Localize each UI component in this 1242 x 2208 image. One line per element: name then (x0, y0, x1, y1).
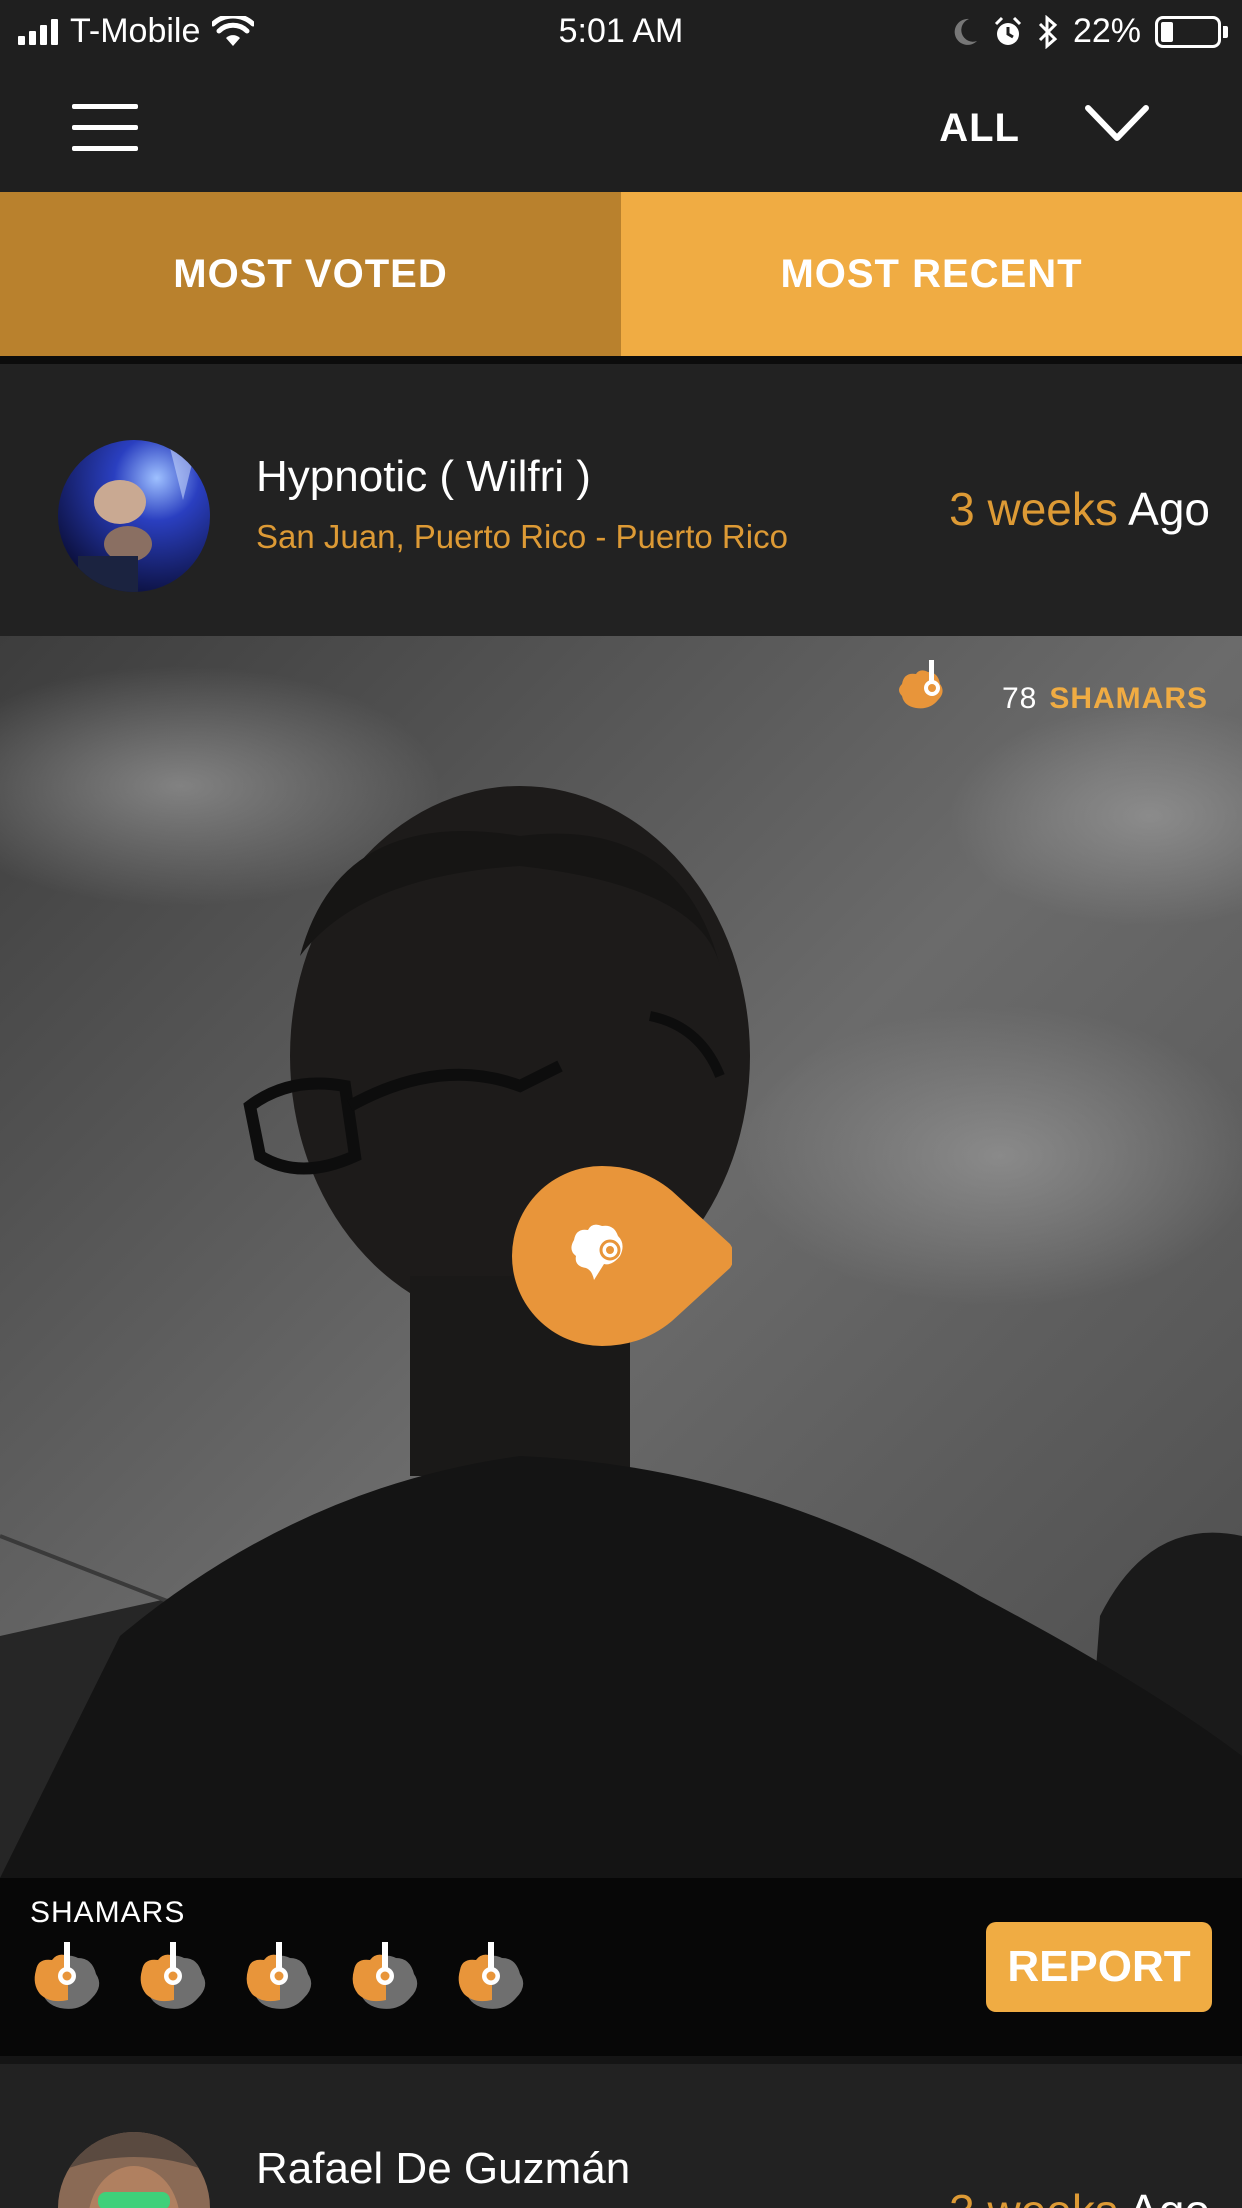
post-header[interactable]: Rafael De Guzmán 3 weeks Ago (0, 2064, 1242, 2208)
post-time: 3 weeks Ago (949, 2184, 1210, 2208)
shamar-count: 78 SHAMARS (1002, 682, 1208, 716)
post-footer: SHAMARS REPORT (0, 1878, 1242, 2056)
post-time-value: 3 weeks (949, 483, 1118, 535)
play-button[interactable] (512, 1166, 732, 1346)
shamar-count-label: SHAMARS (1049, 682, 1208, 715)
menu-icon[interactable] (72, 104, 138, 152)
feed-tabs: MOST VOTED MOST RECENT (0, 192, 1242, 356)
shamar-icon[interactable] (242, 1940, 320, 2020)
status-bar: T-Mobile 5:01 AM 22% (0, 0, 1242, 62)
shamar-icons (30, 1940, 532, 2020)
bluetooth-icon (1038, 14, 1058, 49)
avatar[interactable] (58, 440, 210, 592)
battery-percent: 22% (1072, 12, 1141, 50)
post-location: San Juan, Puerto Rico - Puerto Rico (256, 518, 788, 555)
chevron-down-icon[interactable] (1084, 100, 1150, 146)
shamar-icon (899, 660, 943, 709)
post-time: 3 weeks Ago (949, 482, 1210, 536)
post-separator (0, 2056, 1242, 2064)
post-username[interactable]: Rafael De Guzmán (256, 2144, 630, 2194)
alarm-icon (994, 16, 1021, 45)
shamar-icon[interactable] (30, 1940, 108, 2020)
shamar-icon[interactable] (348, 1940, 426, 2020)
report-button[interactable]: REPORT (986, 1922, 1212, 2012)
post-username[interactable]: Hypnotic ( Wilfri ) (256, 452, 591, 502)
post-media[interactable]: 78 SHAMARS (0, 636, 1242, 1878)
post-time-suffix: Ago (1128, 483, 1210, 535)
avatar[interactable] (58, 2132, 210, 2208)
shamar-icon[interactable] (454, 1940, 532, 2020)
shamars-title: SHAMARS (30, 1896, 186, 1929)
top-nav: ALL (0, 62, 1242, 192)
shamar-icon[interactable] (136, 1940, 214, 2020)
tab-most-recent[interactable]: MOST RECENT (621, 192, 1242, 356)
app-screen: T-Mobile 5:01 AM 22% ALL MOST VOTED MOST… (0, 0, 1242, 2208)
filter-dropdown-label[interactable]: ALL (939, 106, 1020, 151)
post-time-value: 3 weeks (949, 2185, 1118, 2208)
status-right: 22% (951, 12, 1228, 51)
battery-icon (1155, 15, 1228, 48)
moon-icon (954, 18, 977, 45)
tab-most-voted[interactable]: MOST VOTED (0, 192, 621, 356)
post-time-suffix: Ago (1128, 2185, 1210, 2208)
post-header[interactable]: Hypnotic ( Wilfri ) San Juan, Puerto Ric… (0, 364, 1242, 636)
shamar-count-value: 78 (1001, 682, 1038, 715)
tab-divider (0, 356, 1242, 364)
